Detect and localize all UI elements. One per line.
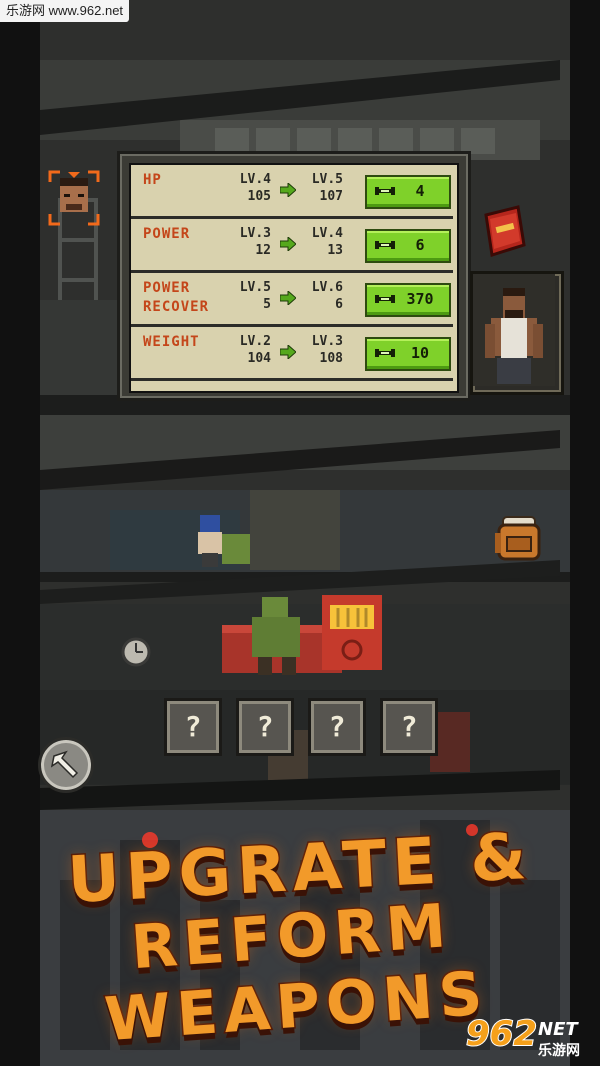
locked-slot[interactable]: ? [308,698,366,756]
current-value: 105 [247,189,271,204]
stat-row-power: POWER LV.3 12 LV.4 13 6 [131,219,453,273]
next-value: 107 [319,189,343,204]
current-level: LV.3 [239,226,271,241]
current-value: 12 [255,243,271,258]
locked-slot[interactable]: ? [380,698,438,756]
stat-name: POWER RECOVER [143,280,210,315]
book-icon[interactable] [480,205,528,257]
current-value: 104 [247,351,271,366]
upgrade-weight-button[interactable]: 10 [365,337,451,371]
next-level: LV.4 [311,226,343,241]
bolt-icon [375,349,395,357]
site-logo: 962 NET 乐游网 [462,1013,594,1062]
current-value: 5 [263,297,271,312]
character-portrait [473,274,555,386]
stat-name: HP [143,172,162,188]
next-value: 6 [335,297,343,312]
upgrade-power-recover-button[interactable]: 370 [365,283,451,317]
upgrade-cost: 4 [415,182,425,200]
next-value: 13 [327,243,343,258]
next-value: 108 [319,351,343,366]
upgrade-panel: HP LV.4 105 LV.5 107 4 POWER LV.3 12 LV.… [117,151,471,401]
upgrade-cost: 10 [410,344,430,362]
bolt-icon [375,241,395,249]
upgrade-power-button[interactable]: 6 [365,229,451,263]
stat-row-weight: WEIGHT LV.2 104 LV.3 108 10 [131,327,453,381]
upgrade-cost: 370 [406,290,434,308]
bolt-icon [375,295,395,303]
next-level: LV.5 [311,172,343,187]
logo-number: 962 [465,1013,538,1055]
locked-slot[interactable]: ? [164,698,222,756]
character-card[interactable] [470,271,564,395]
upgrade-cost: 6 [415,236,425,254]
stat-name: POWER [143,226,191,242]
stat-row-power-recover: POWER RECOVER LV.5 5 LV.6 6 370 [131,273,453,327]
current-level: LV.4 [239,172,271,187]
logo-chinese: 乐游网 [538,1042,580,1058]
current-level: LV.2 [239,334,271,349]
next-level: LV.6 [311,280,343,295]
logo-net: NET [538,1019,578,1040]
backpack-icon[interactable] [493,511,547,563]
bolt-icon [375,187,395,195]
upgrade-hp-button[interactable]: 4 [365,175,451,209]
back-button[interactable] [38,737,94,793]
next-level: LV.3 [311,334,343,349]
game-screen: 乐游网 www.962.net HP LV.4 105 LV.5 107 4 P… [0,0,600,1066]
current-level: LV.5 [239,280,271,295]
locked-slot[interactable]: ? [236,698,294,756]
stat-name: WEIGHT [143,334,200,350]
stat-row-hp: HP LV.4 105 LV.5 107 4 [131,165,453,219]
upgrade-list: HP LV.4 105 LV.5 107 4 POWER LV.3 12 LV.… [129,163,459,393]
character-face-selector[interactable] [48,170,100,226]
site-watermark: 乐游网 www.962.net [0,0,130,22]
back-arrow-icon [50,750,79,779]
